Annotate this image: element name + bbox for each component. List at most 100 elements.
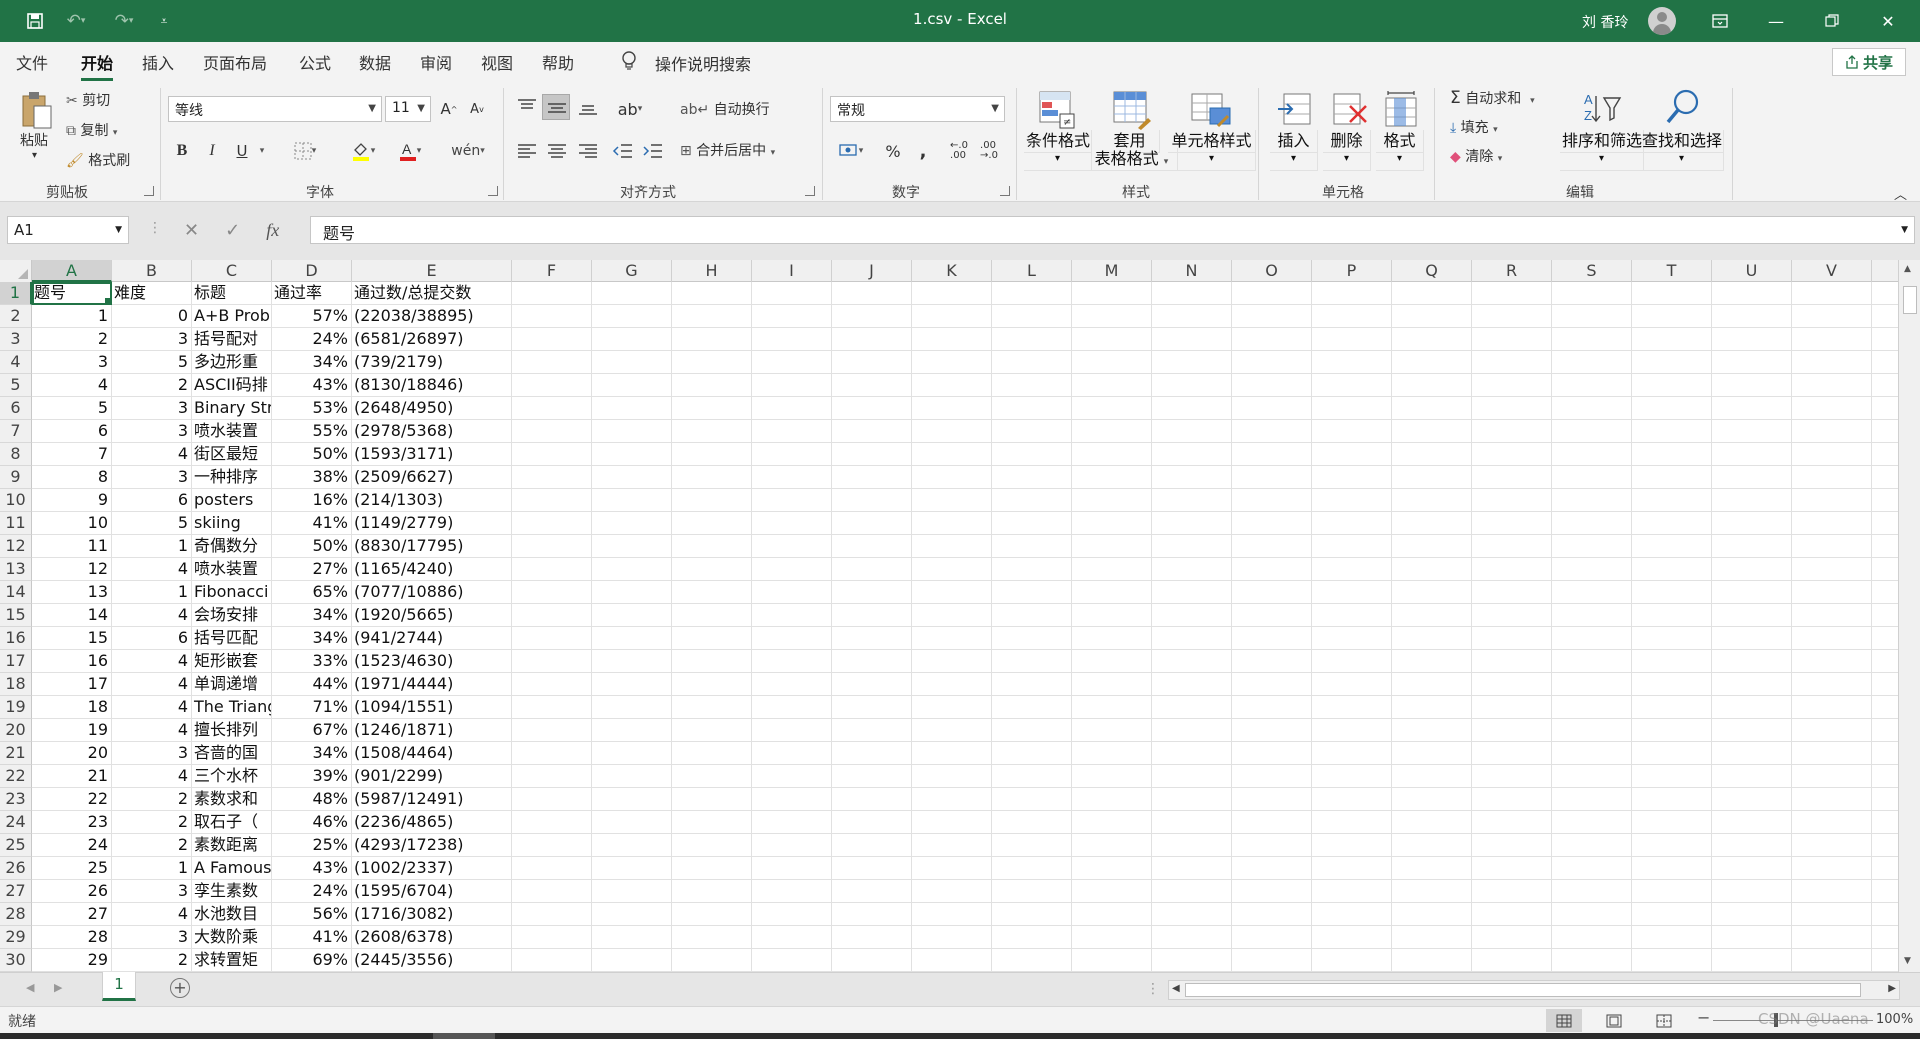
- empty-cell[interactable]: [752, 374, 832, 397]
- accounting-format-button[interactable]: ▾: [830, 138, 872, 164]
- empty-cell[interactable]: [992, 949, 1072, 972]
- column-header-l[interactable]: L: [992, 260, 1072, 282]
- merge-center-button[interactable]: ⊞ 合并后居中 ▾: [680, 140, 775, 160]
- empty-cell[interactable]: [1392, 604, 1472, 627]
- column-header-o[interactable]: O: [1232, 260, 1312, 282]
- number-format-select[interactable]: 常规 ▼: [830, 96, 1005, 122]
- cell[interactable]: A Famous: [192, 857, 272, 880]
- cell[interactable]: 26: [32, 880, 112, 903]
- cell[interactable]: (739/2179): [352, 351, 512, 374]
- column-header-e[interactable]: E: [352, 260, 512, 282]
- empty-cell[interactable]: [1472, 903, 1552, 926]
- cell[interactable]: 取石子（: [192, 811, 272, 834]
- row-header[interactable]: 9: [0, 466, 32, 489]
- alignment-launcher-icon[interactable]: [805, 186, 815, 196]
- empty-cell[interactable]: [1152, 765, 1232, 788]
- empty-cell[interactable]: [1072, 949, 1152, 972]
- cell[interactable]: 2: [112, 834, 192, 857]
- paste-dropdown-icon[interactable]: ▾: [32, 150, 37, 161]
- cell[interactable]: 3: [112, 880, 192, 903]
- empty-cell[interactable]: [1552, 650, 1632, 673]
- font-size-select[interactable]: 11 ▼: [385, 96, 431, 122]
- italic-button[interactable]: I: [200, 138, 224, 164]
- empty-cell[interactable]: [592, 305, 672, 328]
- empty-cell[interactable]: [752, 443, 832, 466]
- empty-cell[interactable]: [832, 604, 912, 627]
- horizontal-scroll-thumb[interactable]: [1185, 983, 1861, 997]
- empty-cell[interactable]: [1792, 627, 1872, 650]
- empty-cell[interactable]: [752, 949, 832, 972]
- empty-cell[interactable]: [1712, 489, 1792, 512]
- empty-cell[interactable]: [912, 420, 992, 443]
- empty-cell[interactable]: [752, 512, 832, 535]
- empty-cell[interactable]: [1552, 305, 1632, 328]
- empty-cell[interactable]: [1472, 397, 1552, 420]
- row-header[interactable]: 18: [0, 673, 32, 696]
- empty-cell[interactable]: [752, 627, 832, 650]
- borders-button[interactable]: ▾: [285, 138, 325, 164]
- empty-cell[interactable]: [1232, 673, 1312, 696]
- empty-cell[interactable]: [1472, 466, 1552, 489]
- empty-cell[interactable]: [1632, 788, 1712, 811]
- increase-indent-icon[interactable]: [642, 142, 664, 160]
- empty-cell[interactable]: [592, 328, 672, 351]
- zoom-level[interactable]: 100%: [1876, 1012, 1913, 1027]
- cancel-icon[interactable]: ✕: [184, 220, 199, 241]
- empty-cell[interactable]: [1392, 535, 1472, 558]
- empty-cell[interactable]: [1552, 949, 1632, 972]
- empty-cell[interactable]: [1152, 903, 1232, 926]
- empty-cell[interactable]: [512, 558, 592, 581]
- empty-cell[interactable]: [512, 765, 592, 788]
- empty-cell[interactable]: [672, 903, 752, 926]
- cell[interactable]: 55%: [272, 420, 352, 443]
- cell[interactable]: 27%: [272, 558, 352, 581]
- formula-input[interactable]: 题号 ▼: [310, 216, 1915, 244]
- empty-cell[interactable]: [992, 328, 1072, 351]
- cell[interactable]: 38%: [272, 466, 352, 489]
- row-header[interactable]: 16: [0, 627, 32, 650]
- empty-cell[interactable]: [512, 949, 592, 972]
- empty-cell[interactable]: [1312, 719, 1392, 742]
- orientation-icon[interactable]: ab ▾: [610, 96, 650, 122]
- empty-cell[interactable]: [832, 903, 912, 926]
- cell[interactable]: 1: [112, 857, 192, 880]
- empty-cell[interactable]: [1072, 535, 1152, 558]
- row-header[interactable]: 27: [0, 880, 32, 903]
- empty-cell[interactable]: [1712, 926, 1792, 949]
- column-header-k[interactable]: K: [912, 260, 992, 282]
- cell[interactable]: 喷水装置: [192, 420, 272, 443]
- empty-cell[interactable]: [1312, 949, 1392, 972]
- empty-cell[interactable]: [1792, 926, 1872, 949]
- empty-cell[interactable]: [1312, 696, 1392, 719]
- empty-cell[interactable]: [832, 397, 912, 420]
- empty-cell[interactable]: [912, 282, 992, 305]
- empty-cell[interactable]: [1632, 696, 1712, 719]
- cell[interactable]: (1971/4444): [352, 673, 512, 696]
- empty-cell[interactable]: [1472, 673, 1552, 696]
- empty-cell[interactable]: [672, 949, 752, 972]
- empty-cell[interactable]: [992, 535, 1072, 558]
- scroll-left-icon[interactable]: ◀: [1172, 983, 1180, 994]
- empty-cell[interactable]: [512, 834, 592, 857]
- empty-cell[interactable]: [1712, 282, 1792, 305]
- column-header-q[interactable]: Q: [1392, 260, 1472, 282]
- empty-cell[interactable]: [592, 627, 672, 650]
- restore-button[interactable]: [1809, 0, 1855, 42]
- empty-cell[interactable]: [1552, 604, 1632, 627]
- empty-cell[interactable]: [1152, 742, 1232, 765]
- empty-cell[interactable]: [1632, 443, 1712, 466]
- cell[interactable]: 通过数/总提交数: [352, 282, 512, 305]
- insert-cells-dropdown-icon[interactable]: ▾: [1270, 148, 1318, 171]
- empty-cell[interactable]: [1312, 650, 1392, 673]
- empty-cell[interactable]: [1392, 443, 1472, 466]
- empty-cell[interactable]: [1712, 604, 1792, 627]
- empty-cell[interactable]: [912, 443, 992, 466]
- cell[interactable]: 4: [112, 673, 192, 696]
- empty-cell[interactable]: [1792, 512, 1872, 535]
- empty-cell[interactable]: [1552, 627, 1632, 650]
- column-header-s[interactable]: S: [1552, 260, 1632, 282]
- empty-cell[interactable]: [1472, 420, 1552, 443]
- empty-cell[interactable]: [1632, 765, 1712, 788]
- cell[interactable]: 1: [112, 535, 192, 558]
- insert-cells-icon[interactable]: [1276, 90, 1314, 130]
